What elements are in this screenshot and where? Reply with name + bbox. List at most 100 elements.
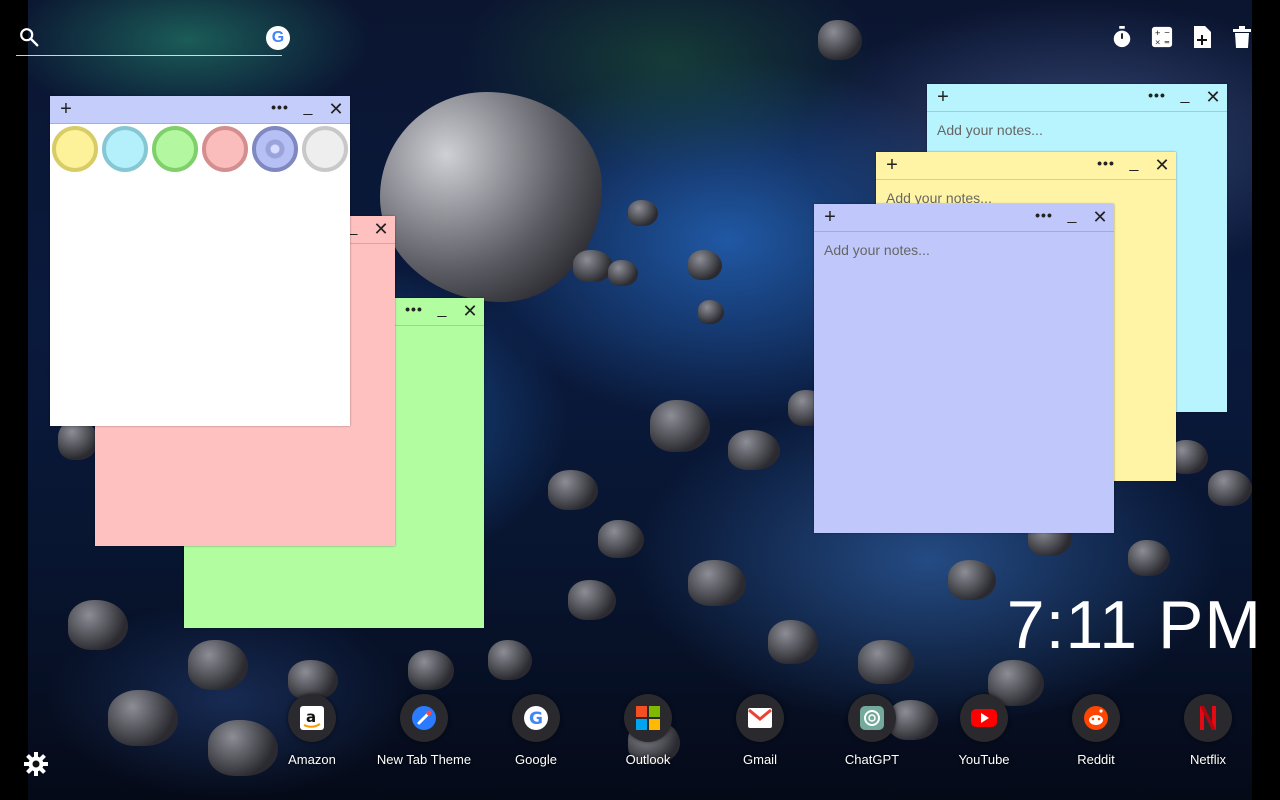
close-icon[interactable]: ✕: [326, 98, 346, 120]
svg-text:G: G: [529, 709, 543, 729]
asteroid: [698, 300, 724, 324]
shortcut-label: Google: [515, 752, 557, 767]
color-swatch-white[interactable]: [302, 126, 348, 172]
outlook-icon: [624, 694, 672, 742]
netflix-icon: [1184, 694, 1232, 742]
asteroid: [688, 560, 746, 606]
new-tab-theme-icon: [400, 694, 448, 742]
note-body[interactable]: Add your notes...: [814, 232, 1114, 533]
google-icon: G: [512, 694, 560, 742]
shortcut-netflix[interactable]: Netflix: [1152, 694, 1264, 767]
more-options-icon[interactable]: •••: [402, 300, 426, 322]
asteroid: [608, 260, 638, 286]
close-icon[interactable]: ✕: [371, 218, 391, 240]
add-note-icon[interactable]: +: [820, 206, 840, 228]
sticky-note-blue[interactable]: Add your notes... + ••• _ ✕: [814, 204, 1114, 533]
svg-text:=: =: [1164, 37, 1170, 46]
asteroid: [573, 250, 613, 282]
asteroid: [68, 600, 128, 650]
trash-icon[interactable]: [1230, 24, 1254, 50]
shortcut-amazon[interactable]: a Amazon: [256, 694, 368, 767]
more-options-icon[interactable]: •••: [268, 98, 292, 120]
asteroid: [568, 580, 616, 620]
color-swatch-cyan[interactable]: [102, 126, 148, 172]
calculator-icon[interactable]: + − × =: [1150, 24, 1174, 50]
color-swatch-yellow[interactable]: [52, 126, 98, 172]
clock: 7:11 PM: [1006, 587, 1262, 663]
asteroid: [598, 520, 644, 558]
shortcut-label: Amazon: [288, 752, 336, 767]
add-note-icon[interactable]: +: [882, 154, 902, 176]
large-asteroid: [380, 92, 602, 302]
sticky-note-white[interactable]: + ••• _ ✕: [50, 96, 350, 426]
note-placeholder: Add your notes...: [937, 122, 1043, 138]
asteroid: [818, 20, 862, 60]
note-placeholder: Add your notes...: [824, 242, 930, 258]
asteroid: [58, 420, 98, 460]
asteroid: [188, 640, 248, 690]
shortcut-outlook[interactable]: Outlook: [592, 694, 704, 767]
minimize-icon[interactable]: _: [1124, 154, 1144, 176]
svg-text:a: a: [306, 708, 316, 726]
asteroid: [108, 690, 178, 746]
close-icon[interactable]: ✕: [1152, 154, 1172, 176]
shortcut-youtube[interactable]: YouTube: [928, 694, 1040, 767]
minimize-icon[interactable]: _: [432, 300, 452, 322]
shortcut-reddit[interactable]: Reddit: [1040, 694, 1152, 767]
app-dock: a Amazon New Tab Theme G Google Outlook …: [256, 694, 1264, 767]
top-toolbar: + − × =: [1110, 24, 1254, 50]
shortcut-gmail[interactable]: Gmail: [704, 694, 816, 767]
asteroid: [728, 430, 780, 470]
asteroid: [548, 470, 598, 510]
more-options-icon[interactable]: •••: [1094, 154, 1118, 176]
shortcut-new-tab-theme[interactable]: New Tab Theme: [368, 694, 480, 767]
add-note-icon[interactable]: +: [56, 98, 76, 120]
gear-icon[interactable]: [24, 752, 48, 776]
shortcut-label: Gmail: [743, 752, 777, 767]
minimize-icon[interactable]: _: [1062, 206, 1082, 228]
shortcut-label: Outlook: [625, 752, 671, 767]
minimize-icon[interactable]: _: [1175, 86, 1195, 108]
timer-icon[interactable]: [1110, 24, 1134, 50]
asteroid: [650, 400, 710, 452]
asteroid: [408, 650, 454, 690]
search-icon[interactable]: [18, 26, 40, 48]
chatgpt-icon: [848, 694, 896, 742]
shortcut-label: YouTube: [958, 752, 1010, 767]
shortcut-label: ChatGPT: [844, 752, 900, 767]
shortcut-label: New Tab Theme: [376, 752, 472, 767]
reddit-icon: [1072, 694, 1120, 742]
youtube-icon: [960, 694, 1008, 742]
new-note-icon[interactable]: [1190, 24, 1214, 50]
svg-text:×: ×: [1155, 37, 1161, 46]
asteroid: [488, 640, 532, 680]
amazon-icon: a: [288, 694, 336, 742]
shortcut-label: Reddit: [1077, 752, 1115, 767]
color-swatch-pink[interactable]: [202, 126, 248, 172]
left-border: [0, 0, 28, 800]
close-icon[interactable]: ✕: [1090, 206, 1110, 228]
more-options-icon[interactable]: •••: [1032, 206, 1056, 228]
shortcut-label: Netflix: [1189, 752, 1227, 767]
search-bar[interactable]: G: [16, 20, 290, 56]
search-input[interactable]: [46, 24, 246, 50]
more-options-icon[interactable]: •••: [1145, 86, 1169, 108]
close-icon[interactable]: ✕: [1203, 86, 1223, 108]
color-swatch-periwinkle[interactable]: [252, 126, 298, 172]
google-search-icon[interactable]: G: [266, 26, 290, 50]
color-swatch-green[interactable]: [152, 126, 198, 172]
asteroid: [1128, 540, 1170, 576]
svg-text:+: +: [1155, 28, 1161, 37]
asteroid: [768, 620, 818, 664]
shortcut-chatgpt[interactable]: ChatGPT: [816, 694, 928, 767]
shortcut-google[interactable]: G Google: [480, 694, 592, 767]
add-note-icon[interactable]: +: [933, 86, 953, 108]
svg-text:−: −: [1164, 28, 1170, 37]
minimize-icon[interactable]: _: [298, 98, 318, 120]
asteroid: [858, 640, 914, 684]
asteroid: [948, 560, 996, 600]
asteroid: [1208, 470, 1252, 506]
close-icon[interactable]: ✕: [460, 300, 480, 322]
color-picker: [52, 126, 348, 172]
asteroid: [628, 200, 658, 226]
